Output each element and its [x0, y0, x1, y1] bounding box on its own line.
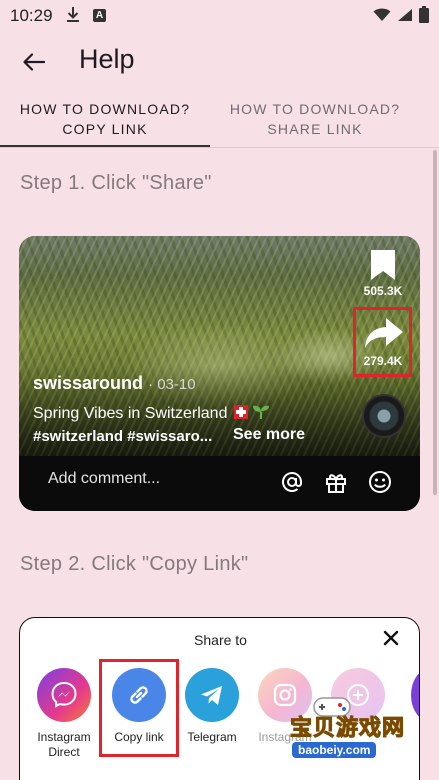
watermark-text: 宝贝游戏网 — [289, 715, 406, 741]
tab-copy-link-line1: HOW TO DOWNLOAD? — [19, 101, 191, 117]
copy-link-highlight-box — [99, 659, 179, 757]
video-post-screenshot: 505.3K 279.4K swissaround · 03-10 Spring… — [19, 236, 420, 511]
close-icon[interactable] — [382, 629, 400, 652]
tab-share-link-line2: SHARE LINK — [267, 121, 363, 137]
bookmark-icon — [368, 248, 398, 287]
emoji-icon[interactable] — [368, 470, 392, 499]
step-2-label: Step 2. Click "Copy Link" — [20, 553, 249, 575]
download-icon — [66, 6, 80, 29]
share-app-label: Instagram Direct — [37, 730, 91, 759]
seedling-icon — [253, 405, 270, 419]
swiss-flag-icon — [233, 405, 248, 419]
scrollbar[interactable] — [433, 150, 437, 495]
share-app-label: Telegram — [187, 730, 237, 744]
mention-icon[interactable] — [280, 470, 304, 499]
app-notification-icon: A — [93, 9, 106, 22]
page-title: Help — [79, 44, 135, 74]
see-more-link[interactable]: See more — [233, 426, 305, 444]
watermark-url: baobeiy.com — [292, 742, 377, 758]
tab-divider — [0, 147, 439, 148]
post-caption: Spring Vibes in Switzerland — [33, 404, 270, 423]
tab-copy-link-line2: COPY LINK — [62, 121, 148, 137]
signal-icon — [397, 8, 413, 27]
post-date: · 03-10 — [148, 376, 196, 393]
battery-icon — [419, 6, 429, 28]
step-1-label: Step 1. Click "Share" — [20, 172, 212, 194]
arrow-left-icon — [23, 53, 45, 71]
tab-share-link[interactable]: HOW TO DOWNLOAD? SHARE LINK — [210, 99, 420, 139]
back-button[interactable] — [18, 46, 50, 78]
bookmark-count: 505.3K — [363, 284, 403, 298]
comment-bar: Add comment... — [19, 456, 420, 511]
watermark-logo: 宝贝游戏网 baobeiy.com — [262, 692, 412, 772]
author-name: swissaround — [33, 373, 144, 393]
app-icon — [411, 668, 419, 722]
messenger-icon — [37, 668, 91, 722]
status-bar: 10:29 A — [0, 0, 439, 32]
telegram-icon — [185, 668, 239, 722]
status-time: 10:29 — [10, 6, 53, 25]
gift-icon[interactable] — [324, 470, 348, 499]
share-app-instagram-direct[interactable]: Instagram Direct — [33, 668, 95, 760]
share-highlight-box — [353, 307, 412, 377]
music-disc-icon[interactable] — [362, 394, 406, 438]
caption-text: Spring Vibes in Switzerland — [33, 405, 228, 422]
post-hashtags: #switzerland #swissaro... — [33, 428, 213, 445]
comment-input[interactable]: Add comment... — [48, 470, 160, 488]
tab-share-link-line1: HOW TO DOWNLOAD? — [229, 101, 401, 117]
share-sheet-title: Share to — [194, 632, 247, 648]
wifi-icon — [373, 8, 391, 27]
post-author: swissaround · 03-10 — [33, 373, 196, 394]
share-app-telegram[interactable]: Telegram — [181, 668, 243, 745]
tab-copy-link[interactable]: HOW TO DOWNLOAD? COPY LINK — [0, 99, 210, 139]
